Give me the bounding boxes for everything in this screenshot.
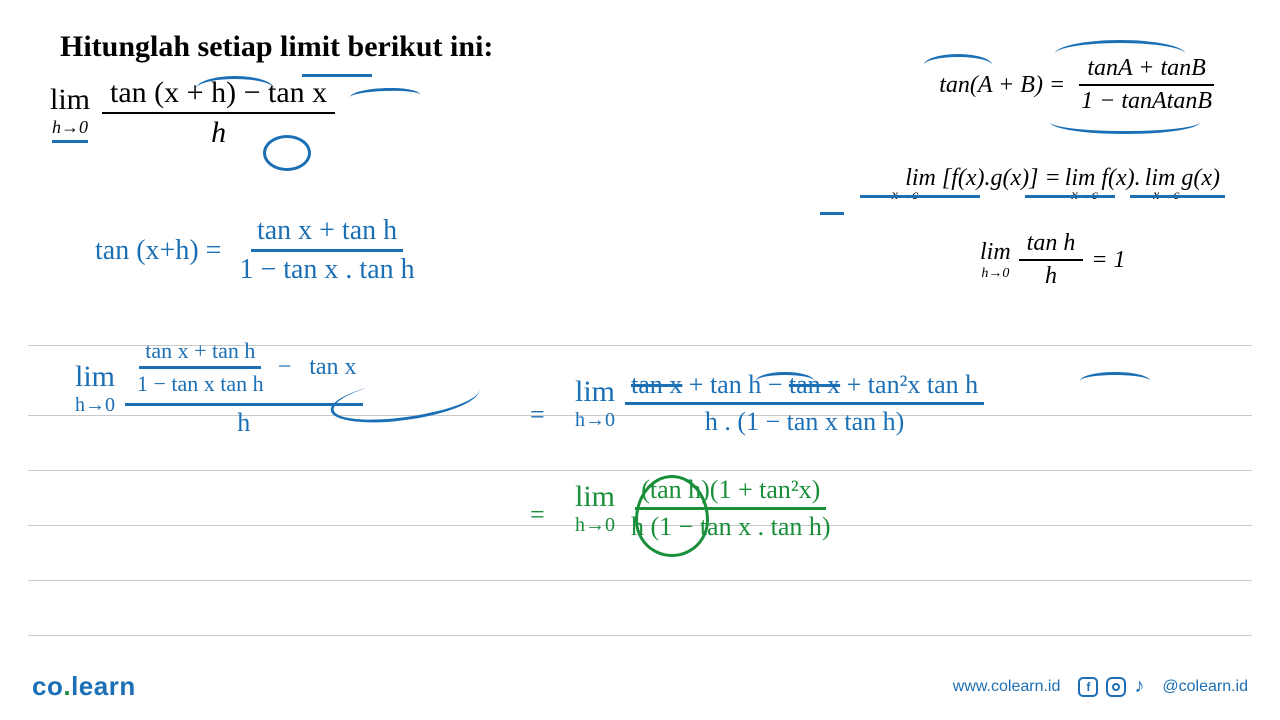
circle-annotation [263, 135, 311, 171]
underline-annotation [860, 195, 980, 198]
brand-dot: . [63, 671, 71, 701]
tanh-sub: h→0 [981, 266, 1009, 282]
lim-approach: h→0 [52, 117, 88, 143]
step2-sub: h→0 [75, 394, 115, 417]
handwritten-step1: tan (x+h) = tan x + tan h 1 − tan x . ta… [95, 215, 421, 286]
step2-inner-den: 1 − tan x tan h [131, 369, 270, 397]
formula-product-limit: lim [f(x).g(x)] = x→c lim f(x). x→c lim … [905, 165, 1220, 208]
step2-minus: − tan x [278, 354, 357, 381]
problem-denominator: h [203, 114, 234, 150]
step1-lhs: tan (x+h) = [95, 235, 221, 267]
facebook-icon: f [1078, 677, 1098, 697]
step3-sub: h→0 [575, 409, 615, 432]
arc-annotation [196, 76, 274, 102]
equals-step3: = [530, 400, 545, 430]
step1-den: 1 − tan x . tan h [233, 252, 420, 286]
step2-inner-num: tan x + tan h [139, 338, 261, 369]
underline-annotation [820, 212, 844, 215]
tiktok-icon: ♪ [1134, 675, 1144, 698]
ruled-line [28, 635, 1252, 636]
step3-den: h . (1 − tan x tan h) [699, 405, 911, 437]
step3-num-d: + tan²x tan h [847, 370, 979, 399]
step4-lim: lim [575, 480, 615, 514]
brand-b: learn [71, 671, 136, 701]
tanh-lim: lim [980, 239, 1011, 266]
footer-url: www.colearn.id [953, 678, 1061, 696]
step3-lim: lim [575, 375, 615, 409]
equals-step4: = [530, 500, 545, 530]
instagram-icon [1106, 677, 1126, 697]
formula-tanh-limit: lim h→0 tan h h = 1 [980, 230, 1126, 290]
arc-annotation [1055, 40, 1185, 68]
arc-annotation [1080, 372, 1150, 390]
underline-annotation [1025, 195, 1115, 198]
ruled-line [28, 470, 1252, 471]
handwritten-step2: lim h→0 tan x + tan h 1 − tan x tan h − … [75, 338, 363, 438]
step2-outer-den: h [231, 406, 256, 438]
brand-logo: co.learn [32, 671, 136, 702]
prod-lhs: lim [f(x).g(x)] = [905, 165, 1060, 192]
lim-word: lim [50, 83, 90, 117]
footer: co.learn www.colearn.id f ♪ @colearn.id [0, 671, 1280, 702]
ruled-line [28, 580, 1252, 581]
brand-a: co [32, 671, 63, 701]
step1-num: tan x + tan h [251, 215, 403, 252]
social-icons: f ♪ [1078, 675, 1144, 698]
social-handle: @colearn.id [1162, 678, 1248, 696]
underline-annotation [1130, 195, 1225, 198]
tanh-eq: = 1 [1091, 247, 1125, 274]
tanh-num: tan h [1019, 230, 1084, 261]
tanh-den: h [1037, 261, 1065, 290]
step4-sub: h→0 [575, 514, 615, 537]
underline-annotation [302, 74, 372, 77]
arc-annotation [1050, 110, 1200, 134]
arc-annotation [924, 54, 992, 76]
step2-lim: lim [75, 360, 115, 394]
arc-annotation [350, 87, 421, 105]
step3-strike1: tan x [631, 370, 682, 399]
arc-annotation [756, 372, 814, 390]
circle-annotation-green [635, 475, 709, 557]
